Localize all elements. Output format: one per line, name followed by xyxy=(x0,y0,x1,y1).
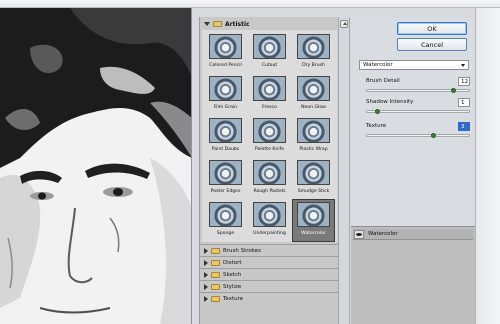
filter-thumbnail[interactable]: Colored Pencil xyxy=(205,32,246,73)
folder-icon xyxy=(211,259,220,266)
category-label: Artistic xyxy=(225,20,250,28)
filter-thumbnail-grid: Colored Pencil Cutout Dry Brush Film Grain F… xyxy=(202,30,337,242)
category-label: Brush Strokes xyxy=(223,247,262,254)
folder-icon xyxy=(213,21,222,27)
category-header[interactable]: Distort xyxy=(200,256,339,268)
filter-preview-image xyxy=(209,160,242,185)
slider-handle[interactable] xyxy=(451,88,456,93)
filter-preview-image xyxy=(253,76,286,101)
filter-preview-image xyxy=(253,118,286,143)
category-label: Distort xyxy=(223,259,242,266)
filter-preview-image xyxy=(209,202,242,227)
param-slider[interactable] xyxy=(366,109,470,114)
collapse-gallery-button[interactable] xyxy=(340,20,348,28)
param-value-input[interactable]: 3 xyxy=(458,122,470,131)
collapsed-category-list: Brush Strokes Distort Sketch Stylize Texture xyxy=(200,244,339,304)
expand-right-icon xyxy=(204,295,208,302)
expand-right-icon xyxy=(204,271,208,278)
category-label: Stylize xyxy=(223,283,242,290)
param-slider[interactable] xyxy=(366,133,470,138)
expand-right-icon xyxy=(204,247,208,254)
filter-thumbnail[interactable]: Poster Edges xyxy=(205,158,246,199)
slider-handle[interactable] xyxy=(375,109,380,114)
filter-thumbnail[interactable]: Neon Glow xyxy=(293,74,334,115)
ok-button[interactable]: OK xyxy=(397,22,467,35)
filter-label: Fresco xyxy=(262,105,277,110)
filter-preview-image xyxy=(297,118,330,143)
filter-thumbnail[interactable]: Plastic Wrap xyxy=(293,116,334,157)
top-ruler xyxy=(0,0,500,8)
folder-icon xyxy=(211,271,220,278)
filter-thumbnail[interactable]: Film Grain xyxy=(205,74,246,115)
filter-thumbnail[interactable]: Rough Pastels xyxy=(249,158,290,199)
filter-select-value: Watercolor xyxy=(363,62,393,68)
filter-thumbnail[interactable]: Palette Knife xyxy=(249,116,290,157)
filter-label: Poster Edges xyxy=(210,189,241,194)
window-edge xyxy=(475,8,500,324)
filter-label: Paint Daubs xyxy=(211,147,240,152)
category-label: Texture xyxy=(223,295,244,302)
filter-thumbnail[interactable]: Paint Daubs xyxy=(205,116,246,157)
filter-label: Cutout xyxy=(261,63,278,68)
filter-thumbnail[interactable]: Cutout xyxy=(249,32,290,73)
filter-gallery: Artistic Colored Pencil Cutout Dry Brush Fi… xyxy=(199,17,339,324)
filter-thumbnail[interactable]: Dry Brush xyxy=(293,32,334,73)
effect-layer-name: Watercolor xyxy=(368,231,398,237)
filter-thumbnail[interactable]: Smudge Stick xyxy=(293,158,334,199)
filter-preview-image xyxy=(253,202,286,227)
folder-icon xyxy=(211,247,220,254)
filter-preview-image xyxy=(297,160,330,185)
filter-label: Watercolor xyxy=(301,231,326,236)
eye-icon[interactable] xyxy=(354,229,364,239)
filter-label: Colored Pencil xyxy=(209,63,242,68)
filter-label: Neon Glow xyxy=(301,105,326,110)
filter-select[interactable]: Watercolor xyxy=(359,60,469,70)
filter-label: Film Grain xyxy=(213,105,238,110)
param-value-input[interactable]: 12 xyxy=(458,77,470,86)
filter-preview-image xyxy=(297,34,330,59)
filter-label: Rough Pastels xyxy=(253,189,286,194)
filter-label: Dry Brush xyxy=(302,63,325,68)
cancel-button[interactable]: Cancel xyxy=(397,38,467,51)
filter-preview-image xyxy=(253,34,286,59)
param-value-input[interactable]: 1 xyxy=(458,98,470,107)
filter-preview-image xyxy=(297,202,330,227)
filter-label: Underpainting xyxy=(253,231,286,236)
param-label: Shadow Intensity xyxy=(366,99,414,105)
param-label: Texture xyxy=(366,123,387,129)
slider-handle[interactable] xyxy=(431,133,436,138)
effect-layer-row[interactable]: Watercolor xyxy=(353,229,473,240)
preview-canvas[interactable] xyxy=(0,8,192,324)
filter-label: Palette Knife xyxy=(254,147,284,152)
effect-layers-panel: Watercolor xyxy=(351,226,475,324)
filter-thumbnail[interactable]: Underpainting xyxy=(249,200,290,241)
preview-image xyxy=(0,8,191,324)
filter-preview-image xyxy=(209,34,242,59)
expand-right-icon xyxy=(204,283,208,290)
filter-label: Plastic Wrap xyxy=(299,147,328,152)
panel-splitter[interactable] xyxy=(338,17,350,324)
param-label: Brush Detail xyxy=(366,78,400,84)
filter-thumbnail[interactable]: Watercolor xyxy=(292,199,335,242)
category-header[interactable]: Brush Strokes xyxy=(200,244,339,256)
folder-icon xyxy=(211,283,220,290)
expand-right-icon xyxy=(204,259,208,266)
category-artistic[interactable]: Artistic xyxy=(200,19,339,29)
filter-preview-image xyxy=(297,76,330,101)
expand-down-icon xyxy=(204,22,210,26)
param-slider[interactable] xyxy=(366,88,470,93)
filter-thumbnail[interactable]: Fresco xyxy=(249,74,290,115)
filter-label: Smudge Stick xyxy=(297,189,330,194)
category-header[interactable]: Texture xyxy=(200,292,339,304)
filter-preview-image xyxy=(209,76,242,101)
category-label: Sketch xyxy=(223,271,242,278)
filter-preview-image xyxy=(209,118,242,143)
filter-label: Sponge xyxy=(216,231,235,236)
category-header[interactable]: Sketch xyxy=(200,268,339,280)
chevron-down-icon xyxy=(461,64,465,67)
folder-icon xyxy=(211,295,220,302)
filter-preview-image xyxy=(253,160,286,185)
filter-thumbnail[interactable]: Sponge xyxy=(205,200,246,241)
category-header[interactable]: Stylize xyxy=(200,280,339,292)
